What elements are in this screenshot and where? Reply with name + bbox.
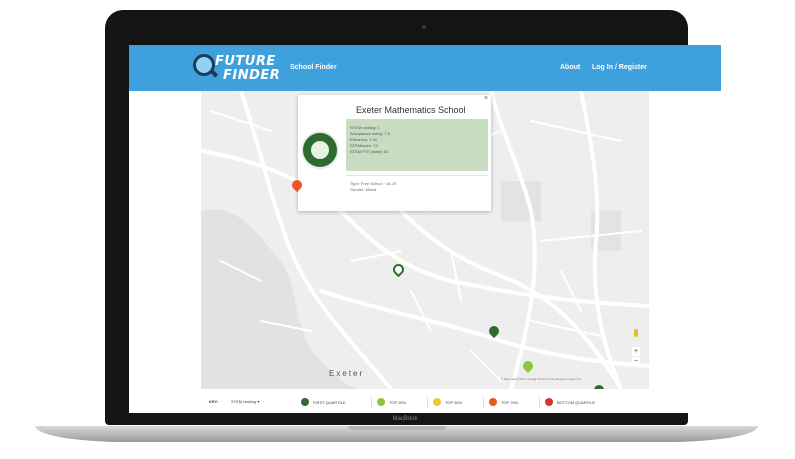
device-brand: MacBook — [392, 416, 418, 422]
key-swatch — [433, 398, 441, 406]
rating-line: Efficiency: 1.00 — [350, 137, 378, 142]
logo-line-2: FINDER — [223, 68, 281, 83]
school-crest-inner — [311, 141, 329, 159]
app-screen: FUTURE FINDER School Finder About Log In… — [129, 45, 721, 413]
key-divider — [371, 397, 372, 407]
key-swatch — [545, 398, 553, 406]
rating-line: Acceptance rating: 7.5 — [350, 131, 390, 136]
key-item-label: FIRST QUARTILE — [313, 400, 346, 405]
rating-line: STEM ranking: 1 — [350, 125, 380, 130]
street-view-icon[interactable] — [634, 329, 638, 337]
key-item-label: TOP 50% — [445, 400, 463, 405]
key-metric-dropdown[interactable]: STEM ranking ▾ — [231, 399, 259, 404]
nav-login-register[interactable]: Log In / Register — [592, 64, 647, 71]
school-crest-icon — [301, 131, 339, 169]
key-divider — [483, 397, 484, 407]
nav-about[interactable]: About — [560, 64, 580, 71]
zoom-out-button[interactable]: − — [632, 357, 640, 366]
laptop-notch — [348, 426, 446, 430]
camera-icon — [422, 25, 426, 29]
zoom-in-button[interactable]: + — [632, 347, 640, 356]
card-divider — [346, 175, 488, 176]
school-type: Type: Free School · 16-19 — [350, 181, 397, 186]
map-place-label: Exeter — [329, 369, 365, 378]
logo-line-1: FUTURE — [215, 54, 276, 69]
map-key-bar: KEY: STEM ranking ▾ FIRST QUARTILE TOP 2… — [201, 395, 649, 409]
future-finder-logo[interactable]: FUTURE FINDER — [191, 49, 281, 87]
map-attribution: © Map data ©2017 Google Terms of Use Rep… — [501, 377, 582, 381]
magnifier-handle — [208, 68, 219, 78]
key-item-label: TOP 25% — [389, 400, 407, 405]
school-name: Exeter Mathematics School — [356, 105, 466, 115]
school-info-card: × Exeter Mathematics School STEM ranking… — [298, 95, 491, 211]
school-map[interactable]: × Exeter Mathematics School STEM ranking… — [201, 91, 649, 389]
rating-line: STEMscore: 73 — [350, 143, 378, 148]
school-gender: Gender: Mixed — [350, 187, 377, 192]
key-item-label: TOP 75% — [501, 400, 519, 405]
rating-line: STEM FTE (state) 45 — [350, 149, 388, 154]
key-label: KEY: — [209, 399, 219, 404]
key-swatch — [377, 398, 385, 406]
key-divider — [427, 397, 428, 407]
key-swatch — [301, 398, 309, 406]
ratings-box: STEM ranking: 1 Acceptance rating: 7.5 E… — [346, 119, 488, 171]
close-icon[interactable]: × — [484, 95, 488, 102]
key-item-label: BOTTOM QUARTILE — [557, 400, 596, 405]
key-divider — [539, 397, 540, 407]
app-header: FUTURE FINDER School Finder About Log In… — [129, 45, 721, 91]
key-swatch — [489, 398, 497, 406]
nav-school-finder[interactable]: School Finder — [290, 64, 337, 71]
